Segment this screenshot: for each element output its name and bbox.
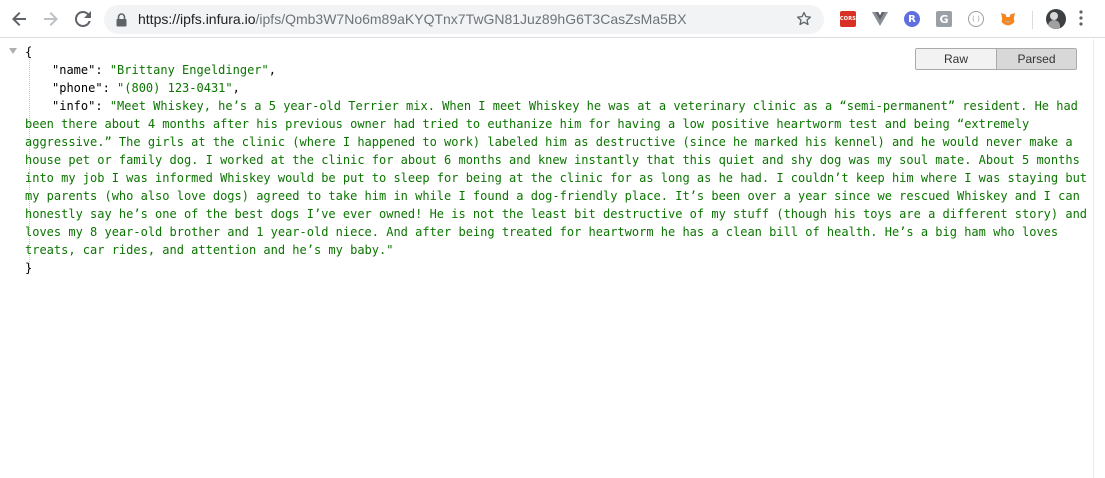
json-value-phone: "(800) 123-0431" xyxy=(117,81,233,95)
json-viewer-page: { "name": "Brittany Engeldinger", "phone… xyxy=(0,39,1093,478)
json-key-phone: "phone" xyxy=(52,81,103,95)
reload-icon[interactable] xyxy=(71,7,95,31)
lock-icon[interactable] xyxy=(116,12,127,31)
json-entry-info: "info": "Meet Whiskey, he’s a 5 year-old… xyxy=(25,99,1088,257)
vue-devtools-icon[interactable] xyxy=(872,11,888,27)
google-translate-label: G xyxy=(939,12,949,26)
google-translate-icon[interactable]: G xyxy=(936,11,952,27)
bookmark-star-icon[interactable] xyxy=(796,11,812,31)
remix-extension-label: R xyxy=(908,13,916,25)
forward-arrow-icon[interactable] xyxy=(39,7,63,31)
url-domain: https://ipfs.infura.io xyxy=(138,11,256,27)
vertical-scrollbar[interactable] xyxy=(1093,39,1105,478)
profile-avatar[interactable] xyxy=(1046,9,1066,29)
json-document: { "name": "Brittany Engeldinger", "phone… xyxy=(25,43,1091,277)
view-mode-toggle: Raw Parsed xyxy=(915,48,1077,70)
browser-toolbar: https://ipfs.infura.io/ipfs/Qmb3W7No6m89… xyxy=(0,0,1105,38)
circle-extension-label: ( ) xyxy=(972,15,980,23)
json-key-name: "name" xyxy=(52,63,96,77)
remix-extension-icon[interactable]: R xyxy=(904,11,920,27)
metamask-icon[interactable] xyxy=(1000,11,1016,27)
toolbar-separator xyxy=(1032,11,1033,29)
url-text[interactable]: https://ipfs.infura.io/ipfs/Qmb3W7No6m89… xyxy=(138,11,687,28)
cors-extension-label: CORS xyxy=(839,16,857,22)
circle-extension-icon[interactable]: ( ) xyxy=(968,11,984,27)
json-close-brace: } xyxy=(25,261,33,275)
json-key-info: "info" xyxy=(52,99,96,113)
collapse-toggle-icon[interactable] xyxy=(9,48,17,54)
parsed-view-button[interactable]: Parsed xyxy=(996,49,1076,69)
address-bar[interactable]: https://ipfs.infura.io/ipfs/Qmb3W7No6m89… xyxy=(104,5,824,34)
raw-view-button[interactable]: Raw xyxy=(916,49,996,69)
json-entry-phone: "phone": "(800) 123-0431", xyxy=(52,81,240,95)
json-value-info: "Meet Whiskey, he’s a 5 year-old Terrier… xyxy=(25,99,1088,257)
url-path: /ipfs/Qmb3W7No6m89aKYQTnx7TwGN81Juz89hG6… xyxy=(255,11,687,27)
json-value-name: "Brittany Engeldinger" xyxy=(109,63,269,77)
back-arrow-icon[interactable] xyxy=(7,7,31,31)
more-menu-icon[interactable] xyxy=(1079,10,1083,30)
cors-extension-icon[interactable]: CORS xyxy=(840,11,856,27)
